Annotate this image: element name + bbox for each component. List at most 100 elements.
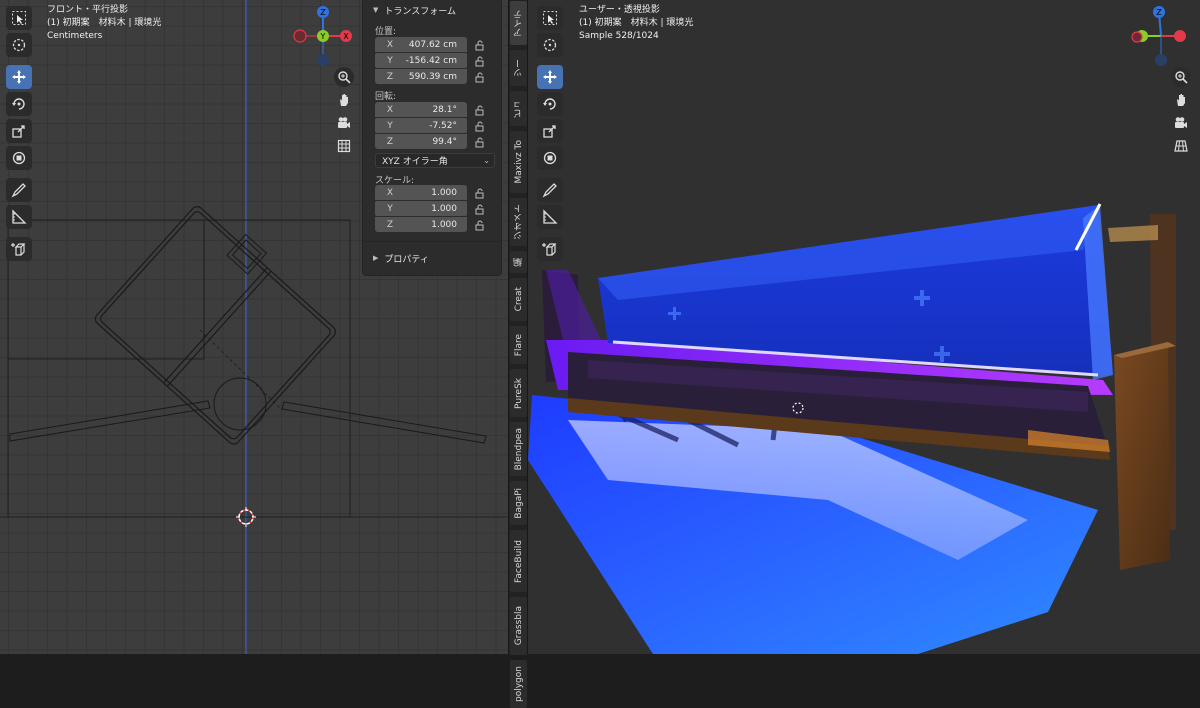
rendered-scene — [528, 203, 1176, 654]
lock-toggle[interactable] — [475, 219, 489, 231]
zoom-button[interactable] — [334, 67, 354, 87]
lock-icon — [475, 137, 484, 147]
rotation-mode-select[interactable]: XYZ オイラー角 ⌄ — [375, 153, 495, 168]
sidebar-tab-label: Maxivz To — [513, 140, 524, 184]
sidebar-tab[interactable]: Maxivz To — [510, 131, 527, 193]
axis-label: X — [386, 104, 394, 115]
axis-label: X — [386, 39, 394, 50]
add-cube-tool[interactable] — [6, 237, 32, 261]
camera-icon — [338, 117, 350, 128]
sidebar-tab[interactable]: ビュ — [510, 91, 527, 126]
unit-label: Centimeters — [47, 31, 103, 41]
pan-button[interactable] — [1171, 90, 1191, 110]
sidebar-tab[interactable]: polygon — [510, 660, 527, 708]
perspective-viewport[interactable]: ユーザー・透視投影 (1) 初期案 材料木 | 環境光 Sample 528/1… — [528, 0, 1200, 654]
scale-tool[interactable] — [6, 119, 32, 143]
pencil-icon — [542, 183, 557, 198]
sidebar-tab[interactable]: FaceBuild — [510, 530, 527, 592]
lock-toggle[interactable] — [475, 187, 489, 199]
sidebar-tab-label: FaceBuild — [513, 539, 524, 583]
rotate-tool[interactable] — [537, 92, 563, 116]
lock-icon — [475, 56, 484, 66]
rotation-field[interactable]: Y -7.52° — [375, 118, 467, 133]
lock-toggle[interactable] — [475, 203, 489, 215]
lock-toggle[interactable] — [475, 104, 489, 116]
transform-tool[interactable] — [6, 146, 32, 170]
cursor-icon — [12, 38, 26, 52]
select-box-tool[interactable] — [537, 6, 563, 30]
navigation-gizmo[interactable]: Z X Y — [290, 2, 360, 66]
ortho-toggle-button[interactable] — [334, 136, 354, 156]
zoom-button[interactable] — [1171, 67, 1191, 87]
lock-toggle[interactable] — [475, 39, 489, 51]
wireframe-leg-left — [9, 400, 211, 442]
sidebar-tab-label: Grassbla — [513, 606, 524, 646]
scale-field[interactable]: X 1.000 — [375, 185, 467, 200]
cursor-tool[interactable] — [537, 33, 563, 57]
annotate-tool[interactable] — [537, 178, 563, 202]
location-field[interactable]: X 407.62 cm — [375, 37, 467, 52]
move-tool[interactable] — [6, 65, 32, 89]
rotate-tool[interactable] — [6, 92, 32, 116]
sidebar-tab[interactable]: アイテ — [510, 1, 527, 45]
scale-row: Y 1.000 — [363, 201, 501, 217]
scale-row: X 1.000 — [363, 185, 501, 201]
axis-label: X — [386, 187, 394, 198]
axis-label: Z — [386, 136, 394, 147]
sidebar-tab[interactable]: Flare — [510, 326, 527, 364]
field-value: 1.000 — [431, 219, 457, 230]
properties-title: プロパティ — [384, 254, 429, 265]
scale-field[interactable]: Z 1.000 — [375, 217, 467, 232]
sidebar-tab[interactable]: Grassbla — [510, 597, 527, 655]
camera-view-button[interactable] — [1171, 113, 1191, 133]
location-field[interactable]: Z 590.39 cm — [375, 69, 467, 84]
gizmo-x-label: X — [343, 32, 349, 41]
move-tool[interactable] — [537, 65, 563, 89]
camera-view-button[interactable] — [334, 113, 354, 133]
measure-tool[interactable] — [537, 205, 563, 229]
sidebar-tab-label: 編 — [514, 257, 524, 267]
navigation-gizmo[interactable]: Z — [1128, 2, 1198, 66]
sidebar-tab[interactable]: ジオメト — [510, 198, 527, 246]
transform-tool[interactable] — [537, 146, 563, 170]
gizmo-z-label: Z — [1156, 8, 1162, 17]
perspective-toggle-button[interactable] — [1171, 136, 1191, 156]
hand-icon — [1177, 94, 1185, 106]
sidebar-tab-label: ジオメト — [514, 204, 524, 240]
front-viewport[interactable]: フロント・平行投影 (1) 初期案 材料木 | 環境光 Centimeters — [0, 0, 508, 654]
sidebar-tab[interactable]: ツー — [510, 50, 527, 86]
hand-icon — [340, 94, 348, 106]
add-cube-tool[interactable] — [537, 237, 563, 261]
lock-toggle[interactable] — [475, 71, 489, 83]
transform-header[interactable]: ▼ トランスフォーム — [363, 0, 501, 20]
lock-icon — [475, 40, 484, 50]
field-value: 28.1° — [432, 104, 457, 115]
lock-toggle[interactable] — [475, 55, 489, 67]
lock-toggle[interactable] — [475, 120, 489, 132]
field-value: 99.4° — [432, 136, 457, 147]
scale-tool[interactable] — [537, 119, 563, 143]
properties-header[interactable]: ▶ プロパティ — [363, 248, 501, 268]
rotation-label: 回転: — [375, 92, 397, 102]
rotation-row: Y -7.52° — [363, 118, 501, 134]
sidebar-tab[interactable]: Creat — [510, 278, 527, 321]
measure-tool[interactable] — [6, 205, 32, 229]
cursor-tool[interactable] — [6, 33, 32, 57]
location-field[interactable]: Y -156.42 cm — [375, 53, 467, 68]
rotation-field[interactable]: Z 99.4° — [375, 134, 467, 149]
sidebar-tab[interactable]: PureSk — [510, 369, 527, 417]
scale-field[interactable]: Y 1.000 — [375, 201, 467, 216]
annotate-tool[interactable] — [6, 178, 32, 202]
lock-toggle[interactable] — [475, 136, 489, 148]
sidebar-tab[interactable]: 編 — [510, 251, 527, 273]
sidebar-tab-label: Flare — [513, 333, 524, 357]
location-row: Y -156.42 cm — [363, 53, 501, 69]
rotation-field[interactable]: X 28.1° — [375, 102, 467, 117]
select-box-tool[interactable] — [6, 6, 32, 30]
axis-label: Z — [386, 71, 394, 82]
pan-button[interactable] — [334, 90, 354, 110]
rotate-icon — [543, 98, 556, 110]
sidebar-tab[interactable]: BagaPi — [510, 481, 527, 525]
sidebar-tab-label: BagaPi — [513, 487, 524, 519]
sidebar-tab[interactable]: Blendpea — [510, 422, 527, 476]
